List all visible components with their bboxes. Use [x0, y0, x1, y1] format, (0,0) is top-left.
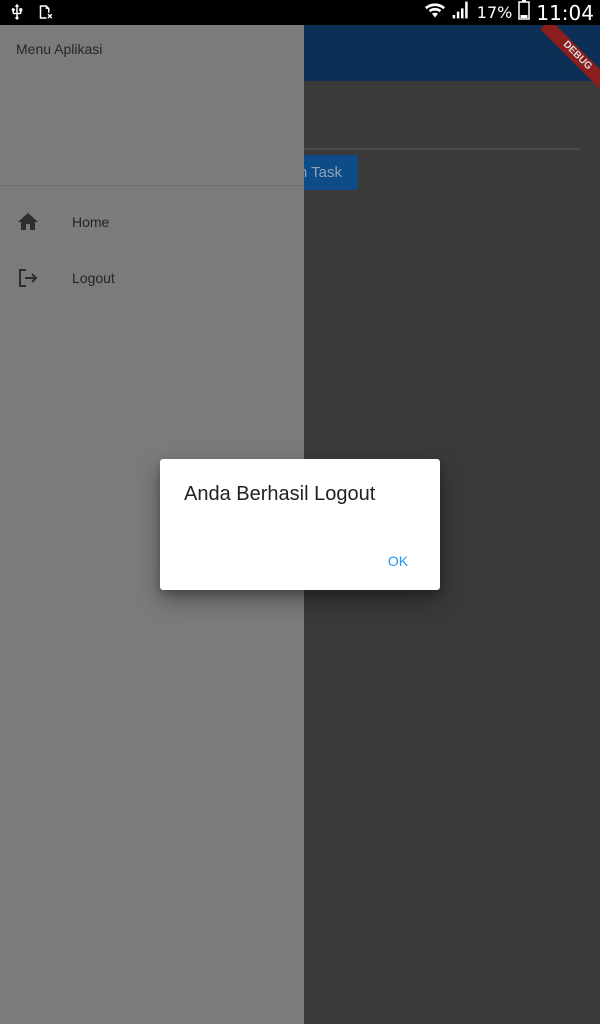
drawer-item-home[interactable]: Home [0, 194, 304, 250]
battery-percent: 17% [476, 3, 513, 22]
logout-icon [16, 266, 40, 290]
home-icon [16, 210, 40, 234]
battery-icon [518, 0, 531, 25]
sim-error-icon [36, 3, 54, 26]
drawer-title: Menu Aplikasi [16, 41, 103, 57]
clock: 11:04 [536, 0, 594, 25]
wifi-icon [424, 0, 445, 25]
dialog-title: Anda Berhasil Logout [184, 483, 376, 505]
usb-icon [8, 3, 26, 26]
drawer-header: Menu Aplikasi [0, 25, 304, 186]
ok-button[interactable]: OK [378, 543, 418, 579]
drawer-item-logout[interactable]: Logout [0, 250, 304, 306]
debug-banner: DEBUG [540, 19, 600, 93]
drawer-item-label: Logout [72, 270, 115, 286]
signal-icon [451, 0, 471, 25]
drawer-item-label: Home [72, 214, 110, 230]
status-bar: 17% 11:04 [0, 0, 600, 25]
logout-success-dialog: Anda Berhasil Logout OK [160, 459, 440, 590]
